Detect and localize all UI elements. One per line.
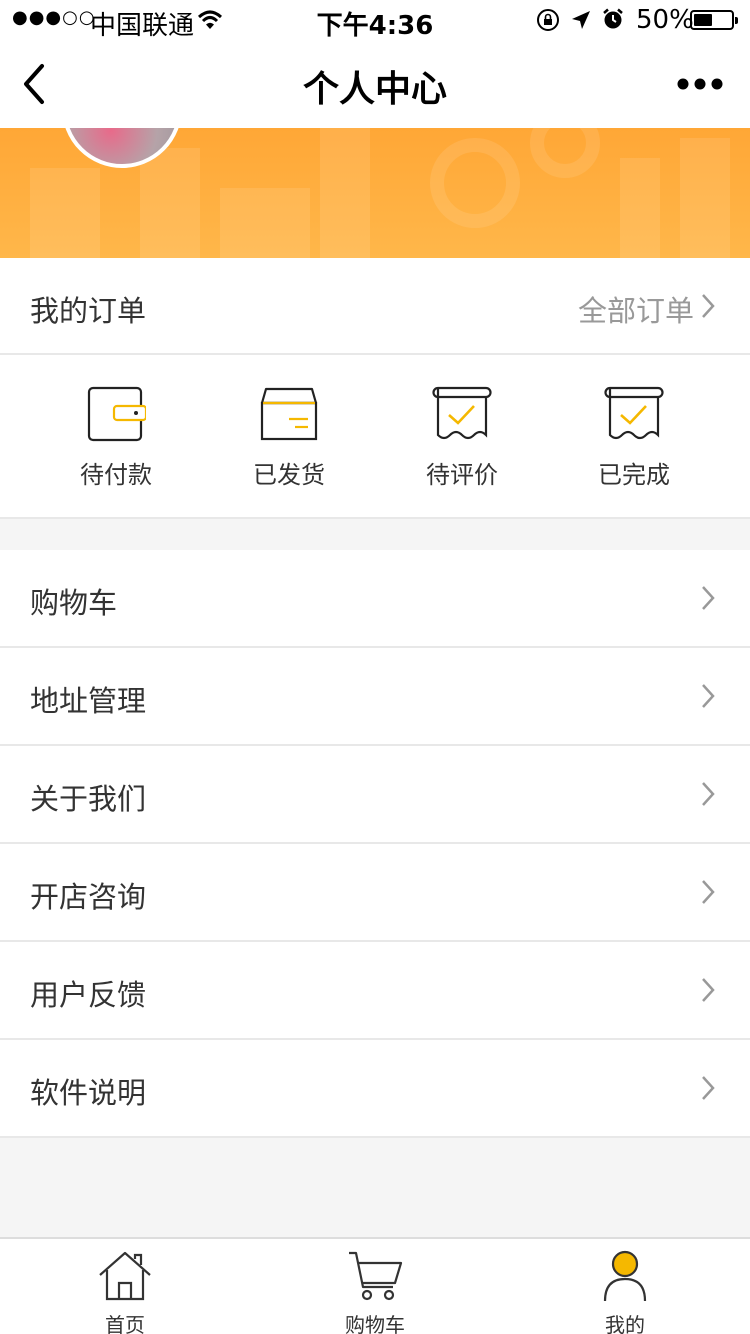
banner-decoration [530, 128, 600, 178]
order-status-row: 待付款 已发货 待评价 已完成 [0, 355, 750, 519]
banner-decoration [680, 138, 730, 258]
menu-item-about[interactable]: 关于我们 [0, 746, 750, 844]
menu-item-label: 开店咨询 [30, 880, 147, 914]
menu-list: 购物车 地址管理 关于我们 开店咨询 用户反馈 软件说明 [0, 550, 750, 1138]
tab-label: 购物车 [345, 1313, 405, 1334]
receipt-done-icon [604, 386, 664, 440]
banner-decoration [430, 138, 520, 228]
rotation-lock-icon [536, 8, 560, 39]
order-status-label: 待付款 [80, 461, 152, 489]
orders-title: 我的订单 [30, 294, 147, 328]
chevron-right-icon [700, 584, 716, 612]
cart-icon [349, 1251, 403, 1301]
order-status-pending-payment[interactable]: 待付款 [30, 385, 202, 495]
order-status-to-review[interactable]: 待评价 [376, 385, 548, 495]
menu-item-label: 地址管理 [30, 684, 147, 718]
tab-cart[interactable]: 购物车 [250, 1239, 500, 1334]
location-arrow-icon [570, 8, 592, 38]
banner-decoration [140, 148, 200, 258]
chevron-right-icon [700, 976, 716, 1004]
order-status-shipped[interactable]: 已发货 [203, 385, 375, 495]
tab-home[interactable]: 首页 [0, 1239, 250, 1334]
tab-bar: 首页 购物车 我的 [0, 1237, 750, 1334]
tab-label: 首页 [105, 1313, 145, 1334]
menu-item-store-consult[interactable]: 开店咨询 [0, 844, 750, 942]
order-status-label: 已完成 [598, 461, 670, 489]
menu-item-software-info[interactable]: 软件说明 [0, 1040, 750, 1138]
tab-me[interactable]: 我的 [500, 1239, 750, 1334]
orders-header[interactable]: 我的订单 全部订单 [0, 258, 750, 355]
battery-percent: 50% [636, 5, 694, 35]
home-icon [99, 1251, 151, 1301]
more-dots-icon[interactable] [676, 74, 724, 94]
status-bar: ●●●○○ 中国联通 下午4:36 50% [0, 0, 750, 41]
order-status-label: 已发货 [253, 461, 325, 489]
chevron-right-icon [700, 1074, 716, 1102]
all-orders-link[interactable]: 全部订单 [578, 288, 694, 330]
banner-decoration [620, 158, 660, 258]
chevron-right-icon [700, 682, 716, 710]
banner-decoration [30, 168, 100, 258]
receipt-check-icon [432, 386, 492, 440]
menu-item-label: 购物车 [30, 586, 118, 620]
chevron-right-icon [700, 780, 716, 808]
tab-label: 我的 [605, 1313, 645, 1334]
menu-item-cart[interactable]: 购物车 [0, 550, 750, 648]
banner-decoration [320, 128, 370, 258]
menu-item-feedback[interactable]: 用户反馈 [0, 942, 750, 1040]
nav-bar: 个人中心 [0, 40, 750, 128]
alarm-icon [601, 7, 625, 38]
order-status-completed[interactable]: 已完成 [548, 385, 720, 495]
box-icon [260, 387, 318, 441]
profile-banner [0, 128, 750, 258]
battery-fill [694, 14, 712, 26]
wallet-icon [87, 386, 146, 442]
menu-item-address[interactable]: 地址管理 [0, 648, 750, 746]
menu-item-label: 软件说明 [30, 1076, 147, 1110]
menu-item-label: 关于我们 [30, 782, 147, 816]
page-title: 个人中心 [302, 69, 447, 110]
banner-decoration [220, 188, 310, 258]
menu-item-label: 用户反馈 [30, 978, 147, 1012]
user-icon [603, 1250, 647, 1302]
chevron-right-icon [700, 878, 716, 906]
order-status-label: 待评价 [426, 461, 498, 489]
chevron-right-icon [700, 292, 716, 320]
battery-icon [690, 10, 738, 30]
